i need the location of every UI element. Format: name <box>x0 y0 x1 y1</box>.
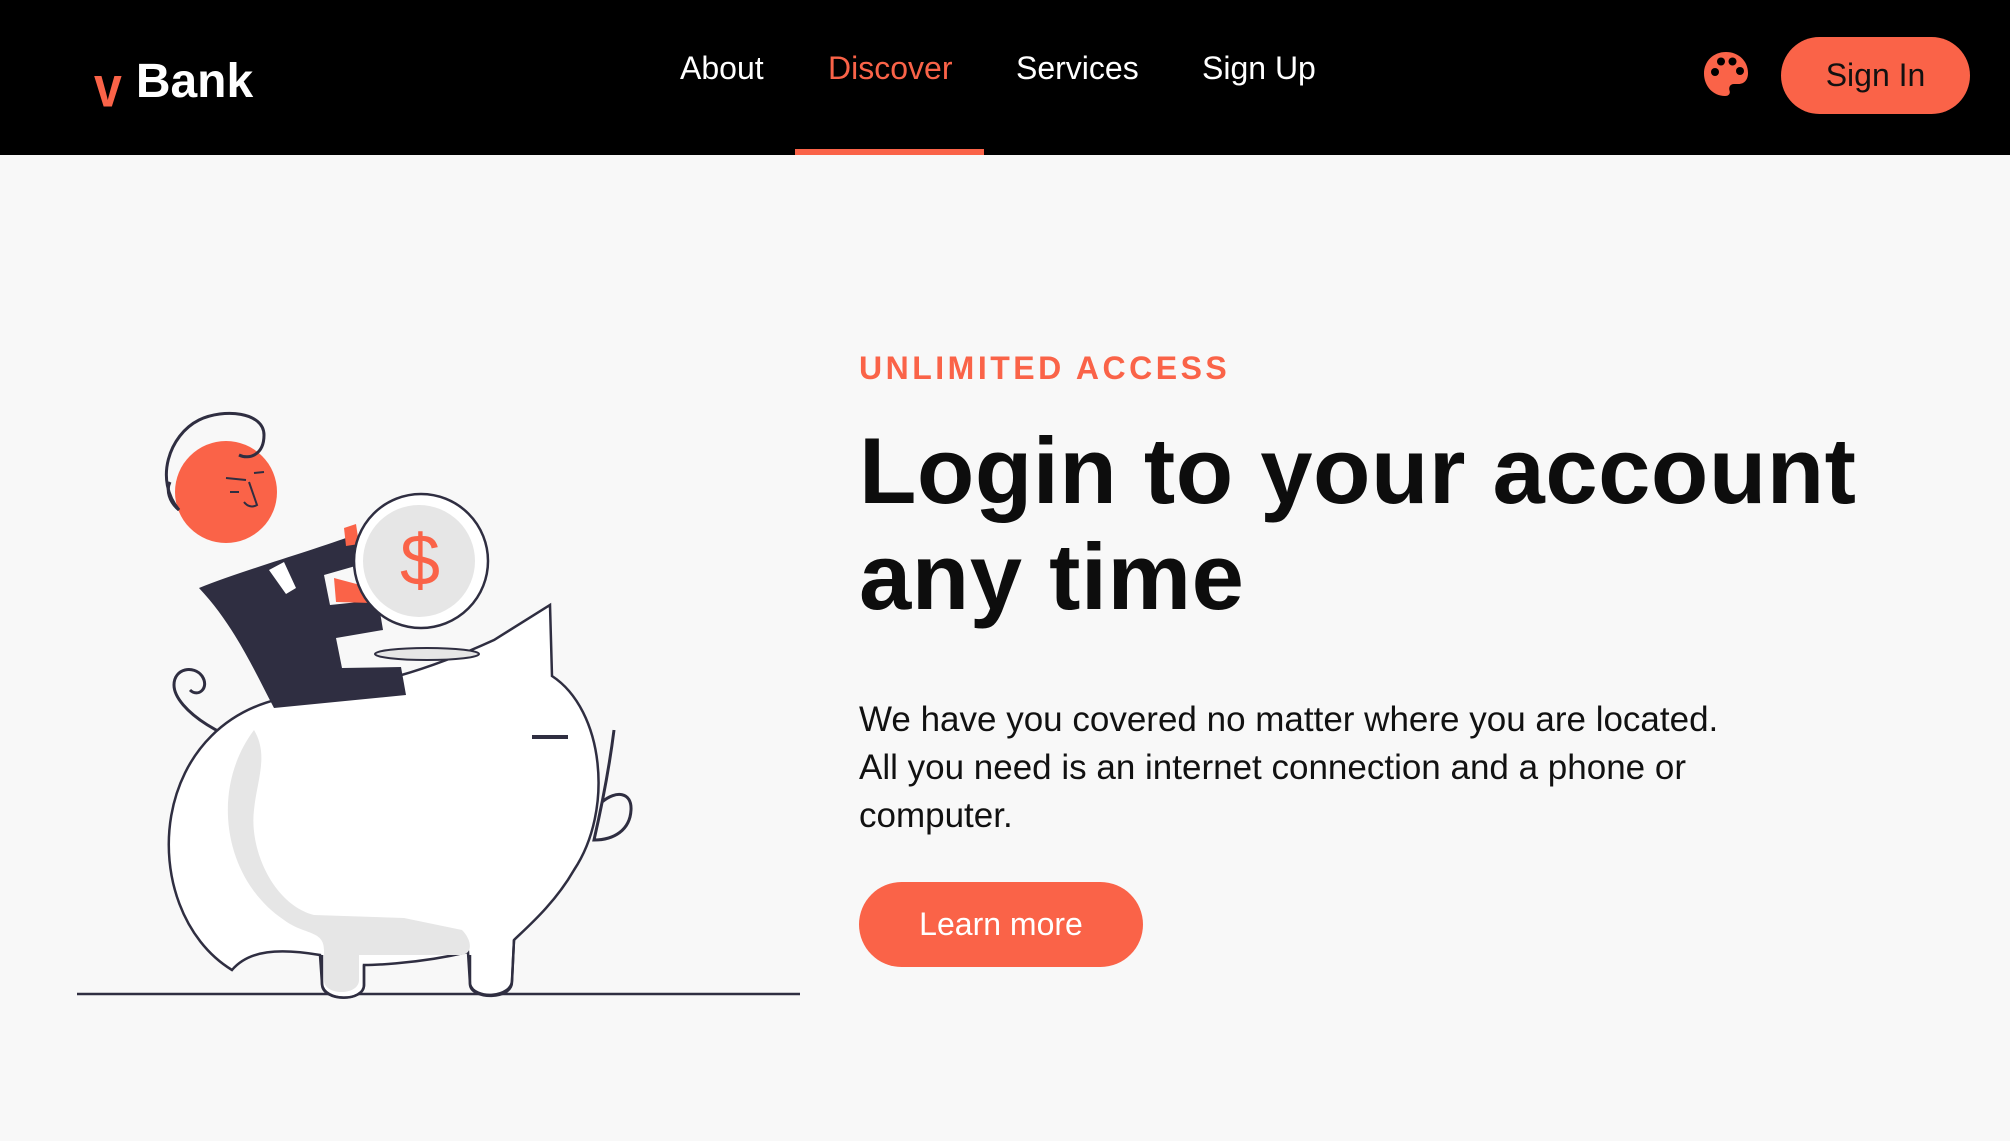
learn-more-button[interactable]: Learn more <box>859 882 1143 967</box>
active-nav-indicator <box>795 149 984 155</box>
hero-description: We have you covered no matter where you … <box>859 700 1719 835</box>
hero-title: Login to your account any time <box>859 418 1857 629</box>
nav-link-about[interactable]: About <box>680 50 764 87</box>
palette-icon[interactable] <box>1702 50 1750 98</box>
nav-link-signup[interactable]: Sign Up <box>1202 50 1316 87</box>
nav-link-services[interactable]: Services <box>1016 50 1139 87</box>
hero-illustration: $ <box>74 410 804 1010</box>
top-navbar: v Bank About Discover Services Sign Up S… <box>0 0 2010 155</box>
nav-link-discover[interactable]: Discover <box>828 50 952 87</box>
hero-eyebrow: UNLIMITED ACCESS <box>859 350 1231 386</box>
coin-dollar-glyph: $ <box>400 521 440 601</box>
sign-in-button[interactable]: Sign In <box>1781 37 1970 114</box>
